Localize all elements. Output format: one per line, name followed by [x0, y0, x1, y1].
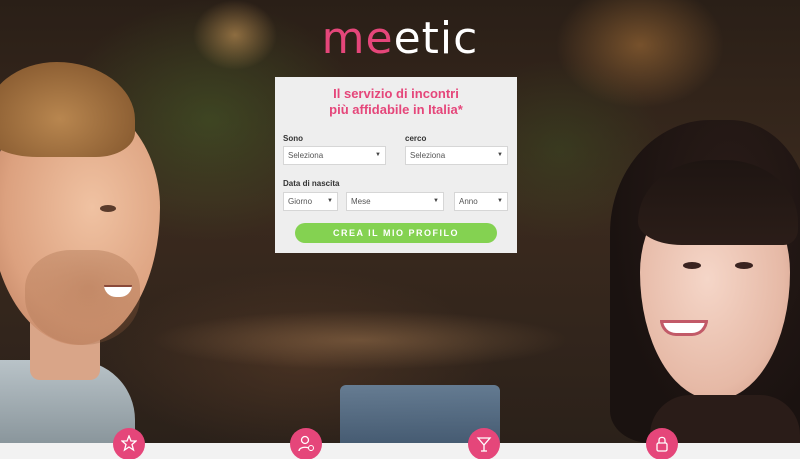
signup-form-panel: Il servizio di incontri più affidabile i… [275, 77, 517, 253]
background-table-light [150, 310, 570, 370]
man-hair [0, 62, 135, 157]
star-badge-icon [113, 428, 145, 459]
day-select-value: Giorno [288, 197, 313, 206]
man-eye [100, 205, 116, 212]
sono-select[interactable]: Seleziona ▼ [283, 146, 386, 165]
lock-icon [646, 428, 678, 459]
cerco-select-value: Seleziona [410, 151, 446, 160]
month-select-value: Mese [351, 197, 371, 206]
user-check-icon [290, 428, 322, 459]
create-profile-button[interactable]: CREA IL MIO PROFILO [295, 223, 497, 243]
cocktail-icon [468, 428, 500, 459]
birthdate-label: Data di nascita [283, 179, 340, 188]
man-beard [25, 250, 140, 345]
year-select[interactable]: Anno ▼ [454, 192, 508, 211]
cerco-select[interactable]: Seleziona ▼ [405, 146, 508, 165]
headline-line-2: più affidabile in Italia* [329, 102, 463, 117]
chevron-down-icon: ▼ [433, 198, 439, 204]
sono-select-value: Seleziona [288, 151, 324, 160]
logo-text-part2: etic [393, 13, 479, 64]
meetic-logo[interactable]: meetic [0, 12, 800, 66]
logo-text-part1: me [321, 13, 394, 64]
form-headline: Il servizio di incontri più affidabile i… [275, 86, 517, 118]
headline-line-1: Il servizio di incontri [333, 86, 459, 101]
chevron-down-icon: ▼ [327, 198, 333, 204]
chevron-down-icon: ▼ [375, 152, 381, 158]
month-select[interactable]: Mese ▼ [346, 192, 444, 211]
sono-label: Sono [283, 134, 303, 143]
chevron-down-icon: ▼ [497, 152, 503, 158]
year-select-value: Anno [459, 197, 478, 206]
cerco-label: cerco [405, 134, 427, 143]
day-select[interactable]: Giorno ▼ [283, 192, 338, 211]
woman-eye-right [735, 262, 753, 269]
woman-eye-left [683, 262, 701, 269]
chevron-down-icon: ▼ [497, 198, 503, 204]
